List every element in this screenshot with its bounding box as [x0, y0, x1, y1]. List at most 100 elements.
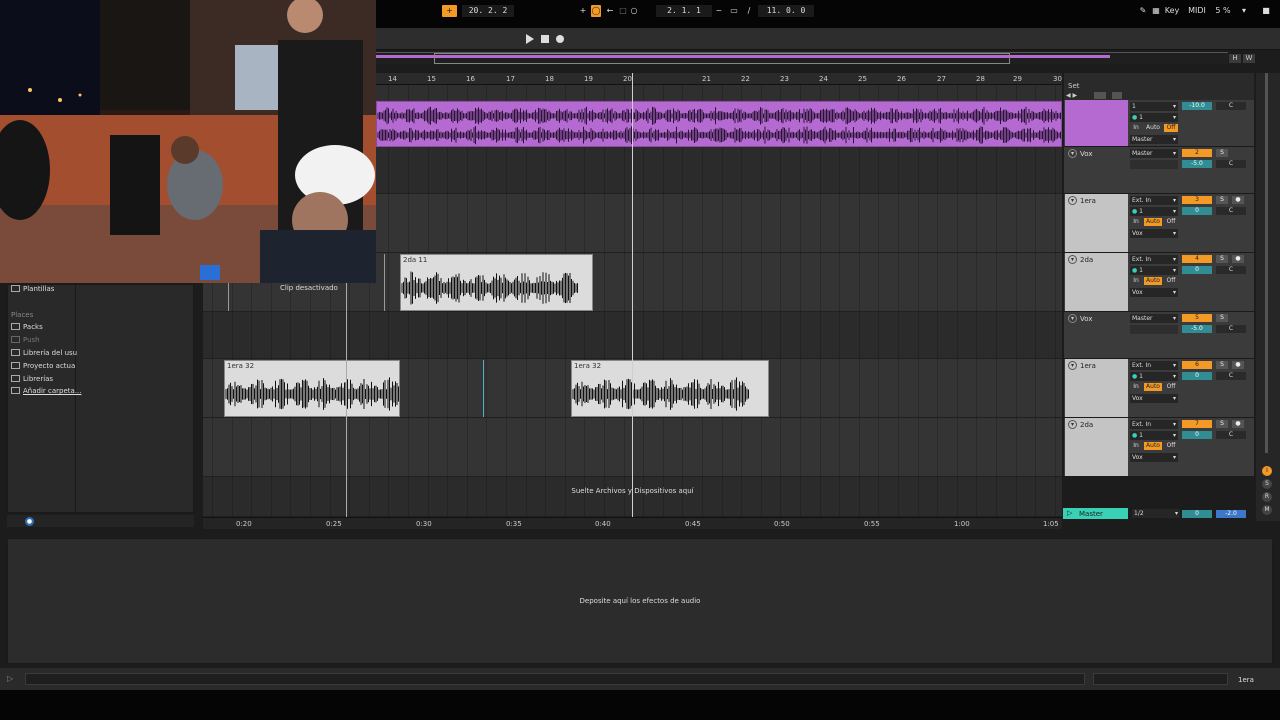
monitor-in-button[interactable]: In [1130, 277, 1142, 285]
fold-icon[interactable]: ▾ [1068, 149, 1077, 158]
monitor-auto-button[interactable]: Auto [1144, 124, 1162, 132]
overdub-icon[interactable]: + [578, 5, 588, 17]
arm-button[interactable]: ● [1232, 361, 1244, 369]
keyboard-icon[interactable]: ▦ [1151, 5, 1161, 17]
track-name-box[interactable]: ▾ 2da [1065, 253, 1128, 311]
output-select[interactable]: Vox ▾ [1130, 394, 1178, 403]
audio-clip-master[interactable] [376, 101, 1062, 147]
link-icon[interactable] [1094, 92, 1106, 99]
input-type-select[interactable]: Ext. In ▾ [1130, 361, 1178, 370]
punch-in-icon[interactable]: ▭ [729, 5, 739, 17]
monitor-auto-button[interactable]: Auto [1144, 277, 1162, 285]
sends-toggle-icon[interactable]: S [1262, 479, 1272, 489]
browser-packs[interactable]: Packs [11, 323, 43, 331]
monitor-off-button[interactable]: Off [1164, 277, 1178, 285]
arm-button[interactable]: ● [1232, 255, 1244, 263]
arm-button[interactable]: ● [1232, 420, 1244, 428]
solo-button[interactable]: S [1216, 420, 1228, 428]
browser-divider[interactable] [75, 284, 76, 513]
input-channel-select[interactable]: ● 1 ▾ [1130, 207, 1178, 216]
browser-libraries[interactable]: Librerías [11, 375, 53, 383]
master-pan[interactable]: -2.0 [1216, 510, 1246, 518]
pan-control[interactable]: C [1216, 160, 1246, 168]
track-activator[interactable]: 2 [1182, 149, 1212, 157]
track-name-box[interactable] [1065, 100, 1128, 146]
track-activator[interactable]: 5 [1182, 314, 1212, 322]
draw-mode-icon[interactable]: ~ [714, 5, 724, 17]
solo-button[interactable]: S [1216, 314, 1228, 322]
play-icon[interactable]: ▷ [1067, 509, 1072, 517]
monitor-in-button[interactable]: In [1130, 383, 1142, 391]
loop-length-field[interactable]: 11. 0. 0 [758, 5, 814, 17]
master-track-name[interactable]: ▷ Master [1063, 508, 1128, 519]
returns-toggle-icon[interactable]: R [1262, 492, 1272, 502]
track-name-box[interactable]: ▾ Vox [1065, 312, 1128, 358]
track-volume[interactable]: -5.0 [1182, 325, 1212, 333]
pencil-icon[interactable]: ✎ [1138, 5, 1148, 17]
track-activator[interactable]: 7 [1182, 420, 1212, 428]
monitor-off-button[interactable]: Off [1164, 442, 1178, 450]
fold-icon[interactable]: ▾ [1068, 196, 1077, 205]
track-name-box[interactable]: ▾ Vox [1065, 147, 1128, 193]
key-map-button[interactable]: Key [1163, 5, 1181, 17]
solo-button[interactable]: S [1216, 149, 1228, 157]
pan-control[interactable]: C [1216, 207, 1246, 215]
pan-control[interactable]: C [1216, 372, 1246, 380]
arrangement-overview[interactable] [376, 52, 1228, 64]
automation-arm-icon[interactable]: ◯ [591, 5, 601, 17]
track-volume[interactable]: 0 [1182, 431, 1212, 439]
track-header[interactable]: ▾ Vox Master ▾ 2 -5.0 S C [1064, 147, 1254, 194]
beat-ruler[interactable]: 14 15 16 17 18 19 20 21 22 23 24 25 26 2… [376, 73, 1062, 85]
track-header[interactable]: ▾ 2da Ext. In ▾ ● 1 ▾ In Auto Off Vox ▾ 7 0 S ● C [1064, 418, 1254, 477]
track-activator[interactable]: 4 [1182, 255, 1212, 263]
track-volume[interactable]: -5.0 [1182, 160, 1212, 168]
preview-icon[interactable]: ● [25, 517, 34, 526]
arm-button[interactable]: ● [1232, 196, 1244, 204]
solo-button[interactable]: S [1216, 255, 1228, 263]
browser-push[interactable]: Push [11, 336, 40, 344]
loop-icon[interactable]: ○ [629, 5, 639, 17]
solo-button[interactable]: S [1216, 361, 1228, 369]
track-name-box[interactable]: ▾ 2da [1065, 418, 1128, 476]
output-channel-select[interactable] [1130, 325, 1178, 334]
input-type-select[interactable]: Ext. In ▾ [1130, 255, 1178, 264]
input-channel-select[interactable]: ● 1 ▾ [1130, 372, 1178, 381]
monitor-auto-button[interactable]: Auto [1144, 218, 1162, 226]
output-select[interactable]: Vox ▾ [1130, 229, 1178, 238]
input-type-select[interactable]: 1 ▾ [1130, 102, 1178, 111]
cpu-dropdown-icon[interactable]: ▾ [1240, 5, 1248, 17]
track-volume[interactable]: -10.0 [1182, 102, 1212, 110]
output-select[interactable]: Master ▾ [1130, 149, 1178, 158]
time-ruler[interactable]: 0:20 0:25 0:30 0:35 0:40 0:45 0:50 0:55 … [203, 517, 1062, 529]
output-channel-select[interactable] [1130, 160, 1178, 169]
lock-icon[interactable] [1112, 92, 1122, 99]
fold-icon[interactable]: ▾ [1068, 420, 1077, 429]
fold-icon[interactable]: ▾ [1068, 314, 1077, 323]
solo-button[interactable]: S [1216, 196, 1228, 204]
pan-control[interactable]: C [1216, 325, 1246, 333]
track-header[interactable]: ▾ Vox Master ▾ 5 -5.0 S C [1064, 312, 1254, 359]
monitor-off-button[interactable]: Off [1164, 124, 1178, 132]
output-select[interactable]: Vox ▾ [1130, 288, 1178, 297]
track-activator[interactable]: 3 [1182, 196, 1212, 204]
nav-arrows-icon[interactable]: ◀ ▶ [1066, 92, 1077, 99]
track-activator[interactable]: 6 [1182, 361, 1212, 369]
w-button[interactable]: W [1243, 54, 1255, 63]
track-volume[interactable]: 0 [1182, 372, 1212, 380]
monitor-in-button[interactable]: In [1130, 124, 1142, 132]
input-channel-select[interactable]: ● 1 ▾ [1130, 431, 1178, 440]
track-header[interactable]: ▾ 2da Ext. In ▾ ● 1 ▾ In Auto Off Vox ▾ 4 0 S ● C [1064, 253, 1254, 312]
overview-window[interactable] [434, 53, 1010, 64]
input-type-select[interactable]: Ext. In ▾ [1130, 420, 1178, 429]
monitor-in-button[interactable]: In [1130, 218, 1142, 226]
mixer-toggle-icon[interactable]: M [1262, 505, 1272, 515]
status-play-icon[interactable]: ▷ [7, 674, 13, 683]
track-header[interactable]: ▾ 1era Ext. In ▾ ● 1 ▾ In Auto Off Vox ▾ 6 0 S ● C [1064, 359, 1254, 418]
fold-icon[interactable]: ▾ [1068, 361, 1077, 370]
input-channel-select[interactable]: ● 1 ▾ [1130, 113, 1178, 122]
pan-control[interactable]: C [1216, 266, 1246, 274]
audio-clip-1era[interactable]: 1era 32 [571, 360, 769, 417]
reenable-automation-icon[interactable]: ← [605, 5, 615, 17]
tempo-field[interactable]: 20. 2. 2 [462, 5, 514, 17]
input-channel-select[interactable]: ● 1 ▾ [1130, 266, 1178, 275]
